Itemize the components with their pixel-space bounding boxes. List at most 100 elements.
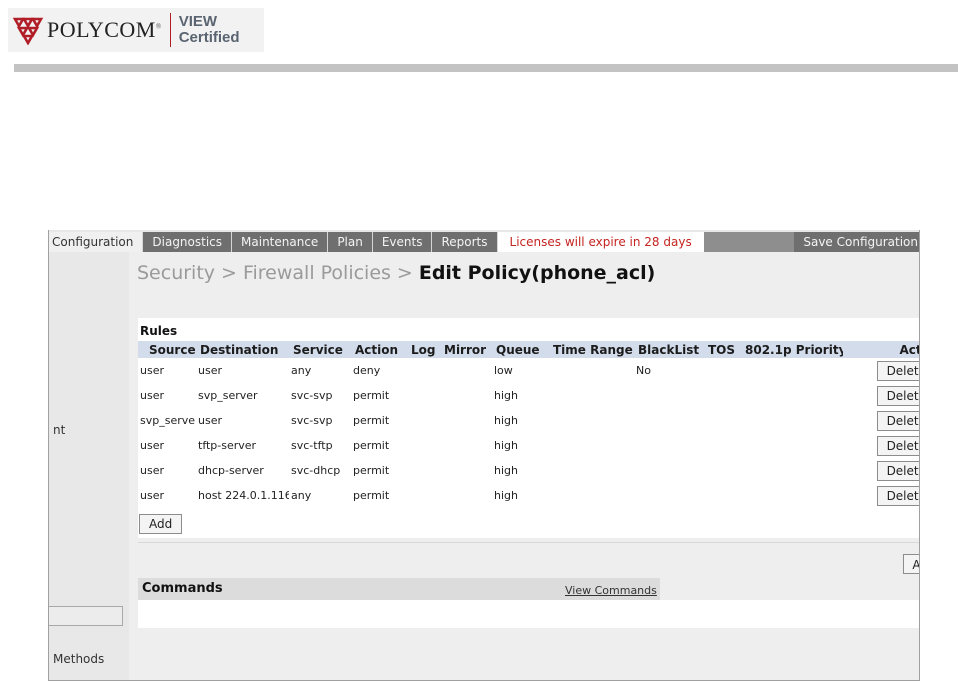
- cell-priority: [741, 483, 843, 508]
- add-rule-button[interactable]: Add: [139, 514, 183, 534]
- breadcrumb-separator: >: [396, 262, 413, 284]
- main-content: Security > Firewall Policies > Edit Policy(p…: [129, 252, 920, 681]
- rules-table: Source Destination Service Action Log Mi…: [138, 341, 920, 508]
- column-header-blacklist[interactable]: BlackList: [634, 341, 704, 358]
- cell-log: [407, 358, 440, 383]
- column-header-source[interactable]: Source: [138, 341, 196, 358]
- cell-destination: dhcp-server: [198, 464, 264, 477]
- rules-header-row: Source Destination Service Action Log Mi…: [138, 341, 920, 358]
- column-header-priority[interactable]: 802.1p Priority: [741, 341, 843, 358]
- column-header-action[interactable]: Action: [351, 341, 407, 358]
- brand-separator: [169, 13, 171, 47]
- cell-mirror: [440, 433, 492, 458]
- column-header-mirror[interactable]: Mirror: [440, 341, 492, 358]
- tab-maintenance[interactable]: Maintenance: [232, 232, 329, 252]
- breadcrumb-security[interactable]: Security: [137, 262, 215, 284]
- tab-bar-spacer: [703, 232, 795, 252]
- column-header-actions[interactable]: Actio: [843, 341, 920, 358]
- commands-header: Commands View Commands: [138, 578, 660, 600]
- table-row[interactable]: user host 224.0.1.116any permit high Delete: [138, 483, 920, 508]
- table-row[interactable]: user user any deny low No Delete: [138, 358, 920, 383]
- cell-blacklist: [634, 483, 704, 508]
- cell-priority: [741, 408, 843, 433]
- cell-time-range: [549, 458, 634, 483]
- breadcrumb: Security > Firewall Policies > Edit Policy(p…: [137, 262, 655, 284]
- table-row[interactable]: svp_serveruser svc-svp permit high Delete: [138, 408, 920, 433]
- polycom-view-certified-logo: POLYCOM® VIEW Certified: [8, 8, 264, 52]
- cell-time-range: [549, 383, 634, 408]
- cell-queue: low: [494, 364, 513, 377]
- cell-blacklist: No: [636, 364, 651, 377]
- cell-mirror: [440, 383, 492, 408]
- cell-log: [407, 408, 440, 433]
- cell-actions: Delete: [843, 358, 920, 383]
- cell-tos: [704, 358, 741, 383]
- cell-action: permit: [353, 414, 390, 427]
- cell-service: svc-dhcp: [291, 464, 341, 477]
- column-header-service[interactable]: Service: [289, 341, 351, 358]
- view-commands-link[interactable]: View Commands: [565, 584, 657, 597]
- cell-mirror: [440, 483, 492, 508]
- column-header-log[interactable]: Log: [407, 341, 440, 358]
- delete-rule-button[interactable]: Delete: [876, 410, 920, 431]
- delete-rule-button[interactable]: Delete: [876, 360, 920, 381]
- cell-service: svc-svp: [291, 414, 333, 427]
- sidebar-search-field[interactable]: [48, 606, 123, 626]
- cell-mirror: [440, 408, 492, 433]
- cell-time-range: [549, 408, 634, 433]
- tab-configuration[interactable]: Configuration: [48, 232, 144, 252]
- table-row[interactable]: user tftp-server svc-tftp permit high Delete: [138, 433, 920, 458]
- cell-log: [407, 383, 440, 408]
- apply-button[interactable]: A: [903, 554, 920, 574]
- section-divider: [138, 542, 920, 543]
- tab-events[interactable]: Events: [373, 232, 433, 252]
- cell-service: any: [291, 489, 312, 502]
- cell-source: user: [140, 389, 164, 402]
- cell-blacklist: [634, 433, 704, 458]
- rules-panel: Rules Source Destination Service Action …: [138, 318, 920, 538]
- cell-queue: high: [494, 439, 518, 452]
- header-rule: [14, 64, 958, 72]
- rules-heading: Rules: [140, 324, 178, 338]
- save-configuration-button[interactable]: Save Configuration: [794, 232, 920, 252]
- column-header-destination[interactable]: Destination: [196, 341, 289, 358]
- sidebar-item-methods[interactable]: Methods: [53, 652, 104, 666]
- left-sidebar: nt Methods: [48, 252, 129, 681]
- tab-plan[interactable]: Plan: [328, 232, 373, 252]
- cell-action: deny: [353, 364, 381, 377]
- cell-actions: Delete: [843, 483, 920, 508]
- screenshot-border-left: [48, 230, 49, 681]
- cell-actions: Delete: [843, 458, 920, 483]
- cell-priority: [741, 358, 843, 383]
- cell-source: user: [140, 464, 164, 477]
- cell-queue: high: [494, 464, 518, 477]
- column-header-tos[interactable]: TOS: [704, 341, 741, 358]
- license-expiry-notice[interactable]: Licenses will expire in 28 days: [497, 232, 704, 252]
- table-row[interactable]: user svp_server svc-svp permit high Delete: [138, 383, 920, 408]
- controller-ui-screenshot: Configuration Diagnostics Maintenance Pl…: [48, 230, 920, 681]
- cell-queue: high: [494, 389, 518, 402]
- commands-body: [138, 600, 920, 628]
- cell-service: any: [291, 364, 312, 377]
- cell-source: user: [140, 439, 164, 452]
- cell-source: svp_server: [140, 414, 196, 427]
- cell-queue: high: [494, 489, 518, 502]
- cell-priority: [741, 383, 843, 408]
- delete-rule-button[interactable]: Delete: [876, 385, 920, 406]
- delete-rule-button[interactable]: Delete: [876, 435, 920, 456]
- cell-action: permit: [353, 389, 390, 402]
- cell-action: permit: [353, 464, 390, 477]
- sidebar-item-partial[interactable]: nt: [53, 423, 65, 437]
- table-row[interactable]: user dhcp-server svc-dhcp permit high Delete: [138, 458, 920, 483]
- cell-time-range: [549, 358, 634, 383]
- delete-rule-button[interactable]: Delete: [876, 485, 920, 506]
- tab-reports[interactable]: Reports: [432, 232, 498, 252]
- cell-log: [407, 483, 440, 508]
- column-header-queue[interactable]: Queue: [492, 341, 549, 358]
- cell-mirror: [440, 458, 492, 483]
- column-header-time-range[interactable]: Time Range: [549, 341, 634, 358]
- tab-diagnostics[interactable]: Diagnostics: [143, 232, 233, 252]
- cell-tos: [704, 383, 741, 408]
- breadcrumb-firewall-policies[interactable]: Firewall Policies: [243, 262, 391, 284]
- delete-rule-button[interactable]: Delete: [876, 460, 920, 481]
